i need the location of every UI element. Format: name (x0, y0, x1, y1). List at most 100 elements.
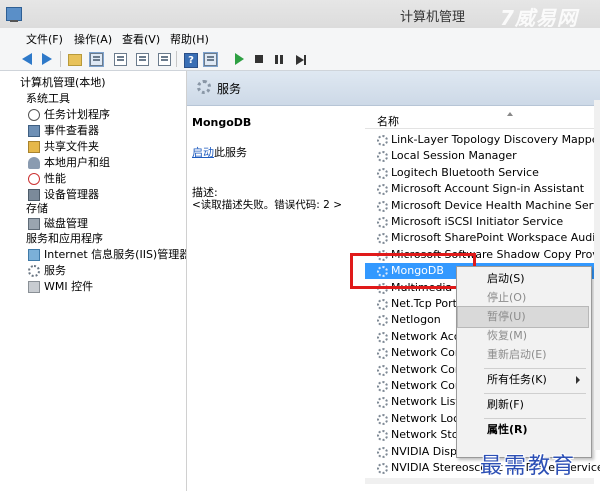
restart-service-icon[interactable] (296, 55, 306, 65)
gear-icon (377, 151, 388, 163)
tree-disk-management-label: 磁盘管理 (44, 217, 88, 230)
context-menu-restart[interactable]: 重新启动(E) (458, 345, 588, 365)
window-title: 计算机管理 (400, 10, 466, 25)
users-icon (28, 157, 40, 169)
context-menu-resume[interactable]: 恢复(M) (458, 326, 588, 346)
column-header-name[interactable]: 名称 (365, 106, 600, 129)
tree-system-tools-label: 系统工具 (26, 92, 70, 105)
tree-task-scheduler-label: 任务计划程序 (44, 108, 110, 121)
export-list-icon[interactable] (158, 53, 171, 66)
description-text: <读取描述失败。错误代码: 2 > (192, 199, 342, 211)
service-row[interactable]: Microsoft SharePoint Workspace Audit Se (365, 230, 600, 246)
forward-arrow-icon[interactable] (42, 53, 52, 65)
service-name: NVIDIA Displ (391, 444, 461, 458)
gear-icon (377, 430, 388, 442)
gear-icon (377, 413, 388, 425)
back-arrow-icon[interactable] (22, 53, 32, 65)
vertical-scrollbar[interactable] (594, 100, 600, 450)
toolbar-separator (60, 51, 61, 67)
gear-icon (377, 446, 388, 458)
tree-services-label: 服务 (44, 264, 66, 277)
event-log-icon (28, 125, 40, 137)
device-manager-icon (28, 189, 40, 201)
gear-icon (377, 364, 388, 376)
iis-icon (28, 249, 40, 261)
tree-local-users-label: 本地用户和组 (44, 156, 110, 169)
context-menu-properties[interactable]: 属性(R) (458, 420, 588, 440)
service-name: Network Acc (391, 329, 460, 343)
service-name: Microsoft iSCSI Initiator Service (391, 215, 564, 228)
context-menu-start[interactable]: 启动(S) (458, 269, 588, 289)
gear-icon (377, 381, 388, 392)
gear-icon (28, 265, 40, 277)
stop-service-icon[interactable] (255, 55, 263, 63)
disk-icon (28, 218, 40, 230)
clock-icon (28, 109, 40, 121)
context-menu-resume-label: 恢复(M) (487, 329, 528, 342)
context-menu-refresh[interactable]: 刷新(F) (458, 395, 588, 415)
gear-icon (377, 167, 388, 179)
selected-service-name: MongoDB (192, 116, 252, 129)
service-row[interactable]: Microsoft Device Health Machine Service (365, 198, 600, 214)
service-name: Microsoft Device Health Machine Service (391, 198, 600, 212)
title-bar: 计算机管理 7威易网 (0, 0, 600, 30)
service-name: Netlogon (391, 313, 441, 327)
tree-services-apps-label: 服务和应用程序 (26, 232, 103, 245)
service-name: Microsoft Account Sign-in Assistant (391, 182, 585, 196)
gear-icon (377, 348, 388, 360)
start-service-text: 此服务 (214, 146, 247, 159)
menu-help[interactable]: 帮助(H) (170, 31, 209, 47)
gear-icon (377, 233, 388, 245)
service-name: Net.Tcp Port (391, 297, 457, 310)
context-menu-stop[interactable]: 停止(O) (458, 288, 588, 308)
wmi-icon (28, 281, 40, 293)
properties-icon[interactable] (114, 53, 127, 66)
services-header: 服务 (187, 71, 600, 106)
start-service-link[interactable]: 启动 (192, 144, 214, 160)
gear-icon (377, 331, 388, 343)
watermark-text: 最需教育 (480, 454, 577, 479)
submenu-arrow-icon (576, 376, 580, 384)
column-name-label: 名称 (377, 115, 399, 128)
service-name: Network Loc (391, 411, 460, 425)
service-name: Local Session Manager (391, 149, 517, 163)
services-title: 服务 (217, 82, 242, 96)
refresh-icon[interactable] (136, 53, 149, 66)
help-icon[interactable]: ? (184, 53, 198, 68)
context-menu-pause[interactable]: 暂停(U) (457, 306, 589, 328)
toolbar-separator (176, 51, 177, 67)
service-row[interactable]: Microsoft iSCSI Initiator Service (365, 214, 600, 230)
gear-icon (377, 135, 388, 146)
action-pane-icon[interactable] (203, 52, 218, 67)
start-service-icon[interactable] (235, 53, 244, 65)
service-name: Network Stor (391, 428, 463, 442)
menu-file[interactable]: 文件(F) (26, 31, 63, 47)
gear-icon (377, 184, 388, 196)
service-row[interactable]: Microsoft Account Sign-in Assistant (365, 181, 600, 197)
service-row[interactable]: Logitech Bluetooth Service (365, 165, 600, 181)
computer-management-icon (6, 7, 22, 22)
up-folder-icon[interactable] (68, 54, 82, 66)
description-panel: MongoDB 启动 此服务 描述: <读取描述失败。错误代码: 2 > (187, 106, 365, 491)
context-menu-all-tasks-label: 所有任务(K) (487, 373, 547, 386)
tree-root-label: 计算机管理(本地) (20, 76, 106, 89)
context-menu-properties-label: 属性(R) (487, 423, 528, 436)
context-menu-pause-label: 暂停(U) (487, 310, 526, 323)
service-name: Network Con (391, 346, 462, 360)
service-row[interactable]: Local Session Manager (365, 148, 600, 164)
gear-icon (377, 217, 388, 228)
context-menu-start-label: 启动(S) (487, 272, 525, 285)
service-row[interactable]: Link-Layer Topology Discovery Mapper (365, 132, 600, 148)
context-menu-all-tasks[interactable]: 所有任务(K) (458, 370, 588, 390)
service-name: Network List (391, 395, 460, 409)
menu-view[interactable]: 查看(V) (122, 31, 160, 47)
show-hide-tree-icon[interactable] (89, 52, 104, 67)
pause-service-icon[interactable] (275, 55, 283, 64)
service-name: Microsoft SharePoint Workspace Audit Se (391, 231, 600, 245)
shared-folder-icon (28, 141, 40, 153)
service-name: Logitech Bluetooth Service (391, 165, 539, 179)
toolbar: ? (0, 48, 600, 71)
tree-iis-label: Internet 信息服务(IIS)管理器 (44, 248, 187, 261)
gear-icon (377, 397, 388, 409)
menu-action[interactable]: 操作(A) (74, 31, 112, 47)
